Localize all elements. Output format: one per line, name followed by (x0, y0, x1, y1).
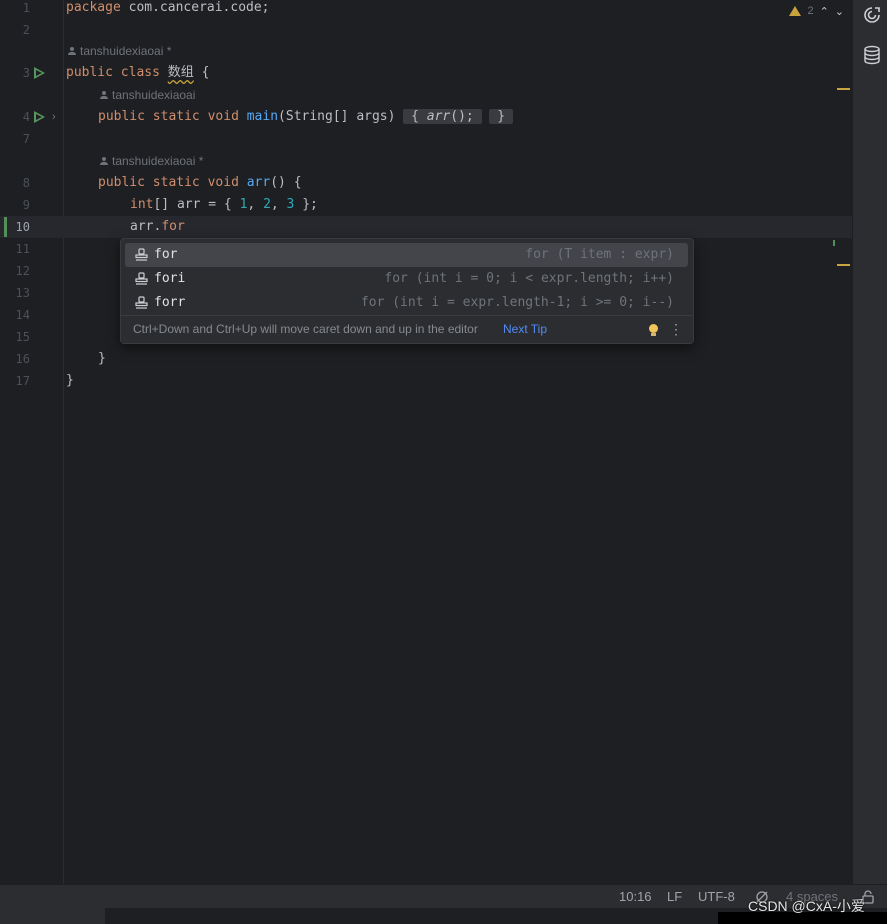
completion-item-for[interactable]: for for (T item : expr) (125, 243, 688, 267)
author-hint[interactable]: tanshuidexiaoai (100, 84, 195, 106)
line-number: 14 (15, 308, 30, 322)
person-icon (68, 47, 76, 55)
line-separator[interactable]: LF (667, 885, 682, 909)
code-line-2[interactable]: 2 (0, 19, 852, 41)
ai-assistant-icon[interactable] (863, 6, 881, 24)
method-name: arr (246, 175, 271, 190)
code-line-16[interactable]: 16 } (0, 348, 852, 370)
author-hint-row: tanshuidexiaoai (0, 84, 852, 106)
code-line-17[interactable]: 17 } (0, 370, 852, 392)
completion-tip: Ctrl+Down and Ctrl+Up will move caret do… (121, 315, 693, 343)
code-editor[interactable]: 2 ⌃ ⌄ 1 package com.cancerai.code; 2 tan… (0, 0, 852, 884)
lightbulb-icon[interactable] (649, 324, 658, 336)
line-number: 4 (22, 110, 30, 124)
warning-marker[interactable] (837, 88, 850, 90)
author-hint[interactable]: tanshuidexiaoai * (68, 40, 171, 62)
line-number: 8 (22, 176, 30, 190)
line-number: 10 (15, 220, 30, 234)
code-line-4[interactable]: 4 › public static void main(String[] arg… (0, 106, 852, 128)
code-line-10[interactable]: 10 arr.for (0, 216, 852, 238)
next-tip-link[interactable]: Next Tip (503, 316, 547, 343)
line-number: 3 (22, 66, 30, 80)
keyword: package (66, 0, 121, 15)
change-stripe-marker[interactable] (833, 240, 835, 246)
class-name: 数组 (167, 65, 194, 80)
watermark: CSDN @CxA-小爱 (748, 898, 865, 914)
line-number: 15 (15, 330, 30, 344)
line-number: 7 (22, 132, 30, 146)
more-options-icon[interactable]: ⋮ (669, 316, 683, 343)
fold-expand-icon[interactable]: › (52, 106, 56, 128)
line-number: 9 (22, 198, 30, 212)
completion-item-forr[interactable]: forr for (int i = expr.length-1; i >= 0;… (125, 291, 688, 315)
person-icon (100, 91, 108, 99)
completion-popup[interactable]: for for (T item : expr) fori for (int i … (120, 238, 694, 344)
line-number: 16 (15, 352, 30, 366)
tip-text: Ctrl+Down and Ctrl+Up will move caret do… (133, 322, 478, 336)
code-line-3[interactable]: 3 public class 数组 { (0, 62, 852, 84)
bottom-tab-area (0, 908, 105, 924)
code-line-7[interactable]: 7 (0, 128, 852, 150)
code-line-1[interactable]: 1 package com.cancerai.code; (0, 0, 852, 19)
caret-position[interactable]: 10:16 (619, 885, 652, 909)
run-icon[interactable] (34, 67, 45, 79)
line-number: 11 (15, 242, 30, 256)
live-template-icon (135, 272, 148, 285)
person-icon (100, 157, 108, 165)
run-icon[interactable] (34, 111, 45, 123)
line-number: 17 (15, 374, 30, 388)
package-name: com.cancerai.code; (120, 0, 270, 15)
line-number: 12 (15, 264, 30, 278)
completion-item-fori[interactable]: fori for (int i = 0; i < expr.length; i+… (125, 267, 688, 291)
author-hint-row: tanshuidexiaoai * (0, 40, 852, 62)
folded-region-end[interactable]: } (489, 109, 513, 124)
database-icon[interactable] (863, 45, 881, 65)
warning-marker[interactable] (837, 264, 850, 266)
file-encoding[interactable]: UTF-8 (698, 885, 735, 909)
code-line-9[interactable]: 9 int[] arr = { 1, 2, 3 }; (0, 194, 852, 216)
line-number: 13 (15, 286, 30, 300)
author-hint[interactable]: tanshuidexiaoai * (100, 150, 203, 172)
right-tool-stripe (852, 0, 887, 884)
author-hint-row: tanshuidexiaoai * (0, 150, 852, 172)
live-template-icon (135, 296, 148, 309)
live-template-icon (135, 248, 148, 261)
code-line-8[interactable]: 8 public static void arr() { (0, 172, 852, 194)
line-number: 2 (22, 23, 30, 37)
method-name: main (246, 109, 279, 124)
line-number: 1 (22, 1, 30, 15)
folded-region[interactable]: { arr(); (403, 109, 482, 124)
